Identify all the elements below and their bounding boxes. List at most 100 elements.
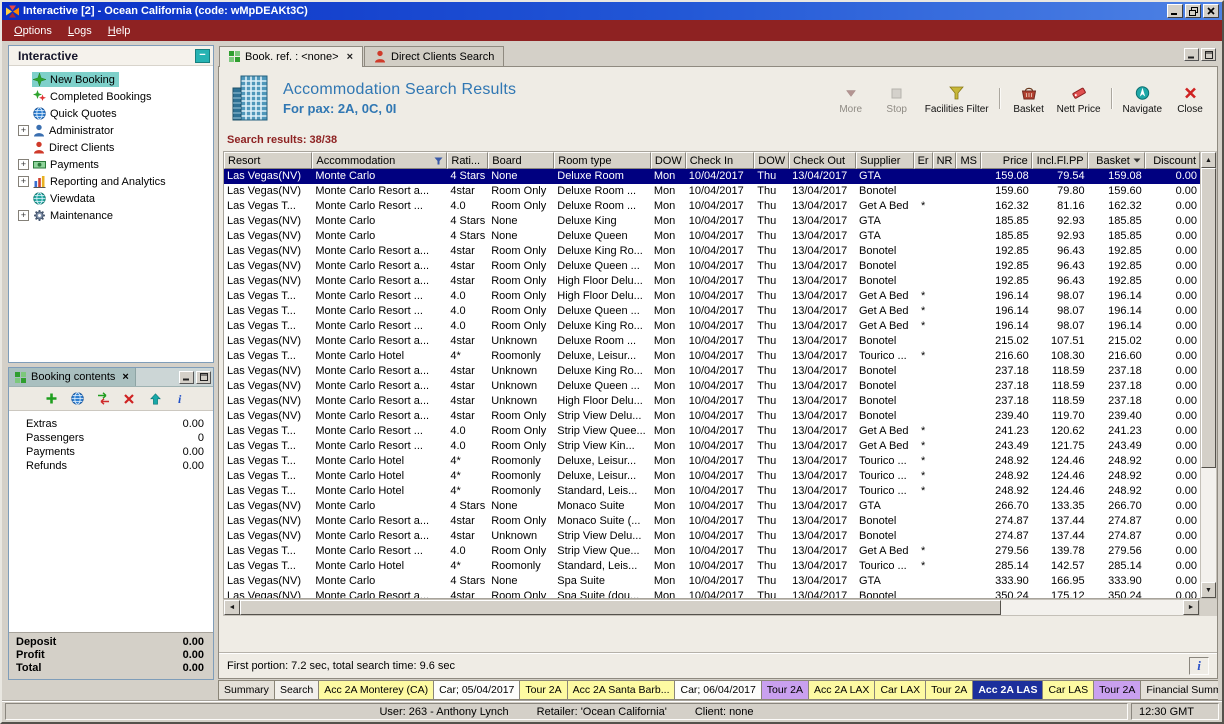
table-row[interactable]: Las Vegas T... Monte Carlo Hotel 4* Roomonl… bbox=[224, 454, 1200, 469]
table-row[interactable]: Las Vegas(NV) Monte Carlo Resort a... 4sta… bbox=[224, 394, 1200, 409]
scroll-up-icon[interactable]: ▲ bbox=[1201, 152, 1216, 168]
navigate-button[interactable]: Navigate bbox=[1118, 80, 1167, 117]
basket-button[interactable]: Basket bbox=[1006, 80, 1052, 117]
sidebar-item-quick-quotes[interactable]: Quick Quotes bbox=[9, 105, 213, 122]
tab-book-ref-none[interactable]: Book. ref. : <none> × bbox=[219, 46, 364, 67]
column-header-accommodation[interactable]: Accommodation bbox=[312, 152, 448, 169]
sidebar-item-completed-bookings[interactable]: Completed Bookings bbox=[9, 88, 213, 105]
column-header-rati[interactable]: Rati... bbox=[447, 152, 489, 169]
column-header-ms[interactable]: MS bbox=[956, 152, 981, 169]
table-row[interactable]: Las Vegas(NV) Monte Carlo Resort a... 4sta… bbox=[224, 379, 1200, 394]
window-minimize-button[interactable] bbox=[1167, 4, 1183, 18]
column-header-room-type[interactable]: Room type bbox=[554, 152, 651, 169]
facilities-filter-button[interactable]: Facilities Filter bbox=[920, 80, 994, 117]
column-header-supplier[interactable]: Supplier bbox=[856, 152, 914, 169]
sidebar-item-administrator[interactable]: + Administrator bbox=[9, 122, 213, 139]
itinerary-tab-summary[interactable]: Summary bbox=[218, 680, 275, 700]
itinerary-tab-tour-2a[interactable]: Tour 2A bbox=[520, 680, 568, 700]
table-row[interactable]: Las Vegas T... Monte Carlo Resort ... 4.0 R… bbox=[224, 289, 1200, 304]
info-button[interactable]: i bbox=[1189, 656, 1209, 675]
booking-item-refunds[interactable]: Refunds 0.00 bbox=[9, 459, 213, 473]
vertical-scrollbar-thumb[interactable] bbox=[1201, 168, 1216, 468]
horizontal-scrollbar-track[interactable] bbox=[1001, 600, 1184, 615]
booking-contents-tab[interactable]: Booking contents × bbox=[9, 368, 136, 386]
table-row[interactable]: Las Vegas T... Monte Carlo Hotel 4* Roomonl… bbox=[224, 349, 1200, 364]
expand-plus-icon[interactable]: + bbox=[18, 159, 29, 170]
window-restore-button[interactable] bbox=[1185, 4, 1201, 18]
table-row[interactable]: Las Vegas T... Monte Carlo Resort ... 4.0 R… bbox=[224, 199, 1200, 214]
column-header-check-in[interactable]: Check In bbox=[685, 152, 755, 169]
table-row[interactable]: Las Vegas(NV) Monte Carlo Resort a... 4sta… bbox=[224, 259, 1200, 274]
panel-minimize-button[interactable] bbox=[179, 370, 194, 384]
booking-item-payments[interactable]: Payments 0.00 bbox=[9, 445, 213, 459]
table-row[interactable]: Las Vegas(NV) Monte Carlo Resort a... 4sta… bbox=[224, 589, 1200, 598]
scroll-down-icon[interactable]: ▼ bbox=[1201, 582, 1216, 598]
table-row[interactable]: Las Vegas(NV) Monte Carlo 4 Stars None Delux… bbox=[224, 214, 1200, 229]
table-row[interactable]: Las Vegas(NV) Monte Carlo Resort a... 4sta… bbox=[224, 409, 1200, 424]
table-row[interactable]: Las Vegas(NV) Monte Carlo Resort a... 4sta… bbox=[224, 364, 1200, 379]
itinerary-tab-acc-2a-lax[interactable]: Acc 2A LAX bbox=[808, 680, 876, 700]
up-button[interactable] bbox=[147, 391, 163, 407]
column-header-basket[interactable]: Basket bbox=[1087, 152, 1145, 169]
table-row[interactable]: Las Vegas(NV) Monte Carlo Resort a... 4sta… bbox=[224, 334, 1200, 349]
sidebar-item-viewdata[interactable]: Viewdata bbox=[9, 190, 213, 207]
table-row[interactable]: Las Vegas(NV) Monte Carlo 4 Stars None Monac… bbox=[224, 499, 1200, 514]
itinerary-tab-car-06-04-2017[interactable]: Car; 06/04/2017 bbox=[675, 680, 762, 700]
itinerary-tab-car-05-04-2017[interactable]: Car; 05/04/2017 bbox=[434, 680, 521, 700]
itinerary-tab-car-lax[interactable]: Car LAX bbox=[875, 680, 927, 700]
table-row[interactable]: Las Vegas T... Monte Carlo Resort ... 4.0 R… bbox=[224, 304, 1200, 319]
vertical-scrollbar[interactable]: ▲ ▼ bbox=[1200, 151, 1217, 599]
table-row[interactable]: Las Vegas(NV) Monte Carlo 4 Stars None Delux… bbox=[224, 229, 1200, 244]
column-header-board[interactable]: Board bbox=[488, 152, 555, 169]
sidebar-item-reporting-and-analytics[interactable]: + Reporting and Analytics bbox=[9, 173, 213, 190]
table-row[interactable]: Las Vegas(NV) Monte Carlo 4 Stars None Delux… bbox=[224, 169, 1200, 184]
booking-item-extras[interactable]: Extras 0.00 bbox=[9, 417, 213, 431]
table-row[interactable]: Las Vegas(NV) Monte Carlo Resort a... 4sta… bbox=[224, 529, 1200, 544]
table-row[interactable]: Las Vegas T... Monte Carlo Hotel 4* Roomonl… bbox=[224, 469, 1200, 484]
table-row[interactable]: Las Vegas T... Monte Carlo Resort ... 4.0 R… bbox=[224, 424, 1200, 439]
nett-price-button[interactable]: Nett Price bbox=[1052, 80, 1106, 117]
scroll-right-icon[interactable]: ► bbox=[1183, 600, 1199, 615]
add-button[interactable] bbox=[43, 391, 59, 407]
tab-close-icon[interactable]: × bbox=[347, 51, 353, 63]
sidebar-item-payments[interactable]: + Payments bbox=[9, 156, 213, 173]
itinerary-tab-search[interactable]: Search bbox=[274, 680, 320, 700]
table-row[interactable]: Las Vegas(NV) Monte Carlo Resort a... 4sta… bbox=[224, 514, 1200, 529]
world-button[interactable] bbox=[69, 391, 85, 407]
table-row[interactable]: Las Vegas T... Monte Carlo Resort ... 4.0 R… bbox=[224, 544, 1200, 559]
menu-help[interactable]: Help bbox=[100, 22, 139, 40]
column-header-check-out[interactable]: Check Out bbox=[789, 152, 856, 169]
column-header-discount[interactable]: Discount bbox=[1144, 152, 1200, 169]
expand-plus-icon[interactable]: + bbox=[18, 210, 29, 221]
table-row[interactable]: Las Vegas(NV) Monte Carlo 4 Stars None Spa S… bbox=[224, 574, 1200, 589]
sidebar-item-maintenance[interactable]: + Maintenance bbox=[9, 207, 213, 224]
table-row[interactable]: Las Vegas T... Monte Carlo Resort ... 4.0 R… bbox=[224, 439, 1200, 454]
table-row[interactable]: Las Vegas T... Monte Carlo Hotel 4* Roomonl… bbox=[224, 559, 1200, 574]
booking-item-passengers[interactable]: Passengers 0 bbox=[9, 431, 213, 445]
scroll-left-icon[interactable]: ◄ bbox=[224, 600, 240, 615]
column-header-incl-fl-pp[interactable]: Incl.Fl.PP bbox=[1031, 152, 1088, 169]
panel-restore-button[interactable] bbox=[1201, 48, 1216, 61]
itinerary-tab-tour-2a[interactable]: Tour 2A bbox=[926, 680, 974, 700]
panel-minimize-button[interactable] bbox=[1184, 48, 1199, 61]
itinerary-tab-acc-2a-santa-barb[interactable]: Acc 2A Santa Barb... bbox=[567, 680, 676, 700]
close-button[interactable]: Close bbox=[1167, 80, 1213, 117]
table-row[interactable]: Las Vegas T... Monte Carlo Hotel 4* Roomonl… bbox=[224, 484, 1200, 499]
panel-restore-button[interactable] bbox=[196, 370, 211, 384]
table-row[interactable]: Las Vegas T... Monte Carlo Resort ... 4.0 R… bbox=[224, 319, 1200, 334]
menu-options[interactable]: Options bbox=[6, 22, 60, 40]
itinerary-tab-car-las[interactable]: Car LAS bbox=[1043, 680, 1095, 700]
horizontal-scrollbar-thumb[interactable] bbox=[240, 600, 1001, 615]
expand-plus-icon[interactable]: + bbox=[18, 125, 29, 136]
itinerary-tab-tour-2a[interactable]: Tour 2A bbox=[1094, 680, 1142, 700]
sidebar-item-direct-clients[interactable]: Direct Clients bbox=[9, 139, 213, 156]
table-row[interactable]: Las Vegas(NV) Monte Carlo Resort a... 4sta… bbox=[224, 184, 1200, 199]
itinerary-tab-acc-2a-las[interactable]: Acc 2A LAS bbox=[973, 680, 1044, 700]
column-header-dow[interactable]: DOW bbox=[650, 152, 686, 169]
column-header-nr[interactable]: NR bbox=[932, 152, 957, 169]
column-header-price[interactable]: Price bbox=[980, 152, 1032, 169]
column-header-resort[interactable]: Resort bbox=[224, 152, 313, 169]
column-header-er[interactable]: Er bbox=[913, 152, 933, 169]
delete-button[interactable] bbox=[121, 391, 137, 407]
itinerary-tab-acc-2a-monterey-ca[interactable]: Acc 2A Monterey (CA) bbox=[319, 680, 435, 700]
